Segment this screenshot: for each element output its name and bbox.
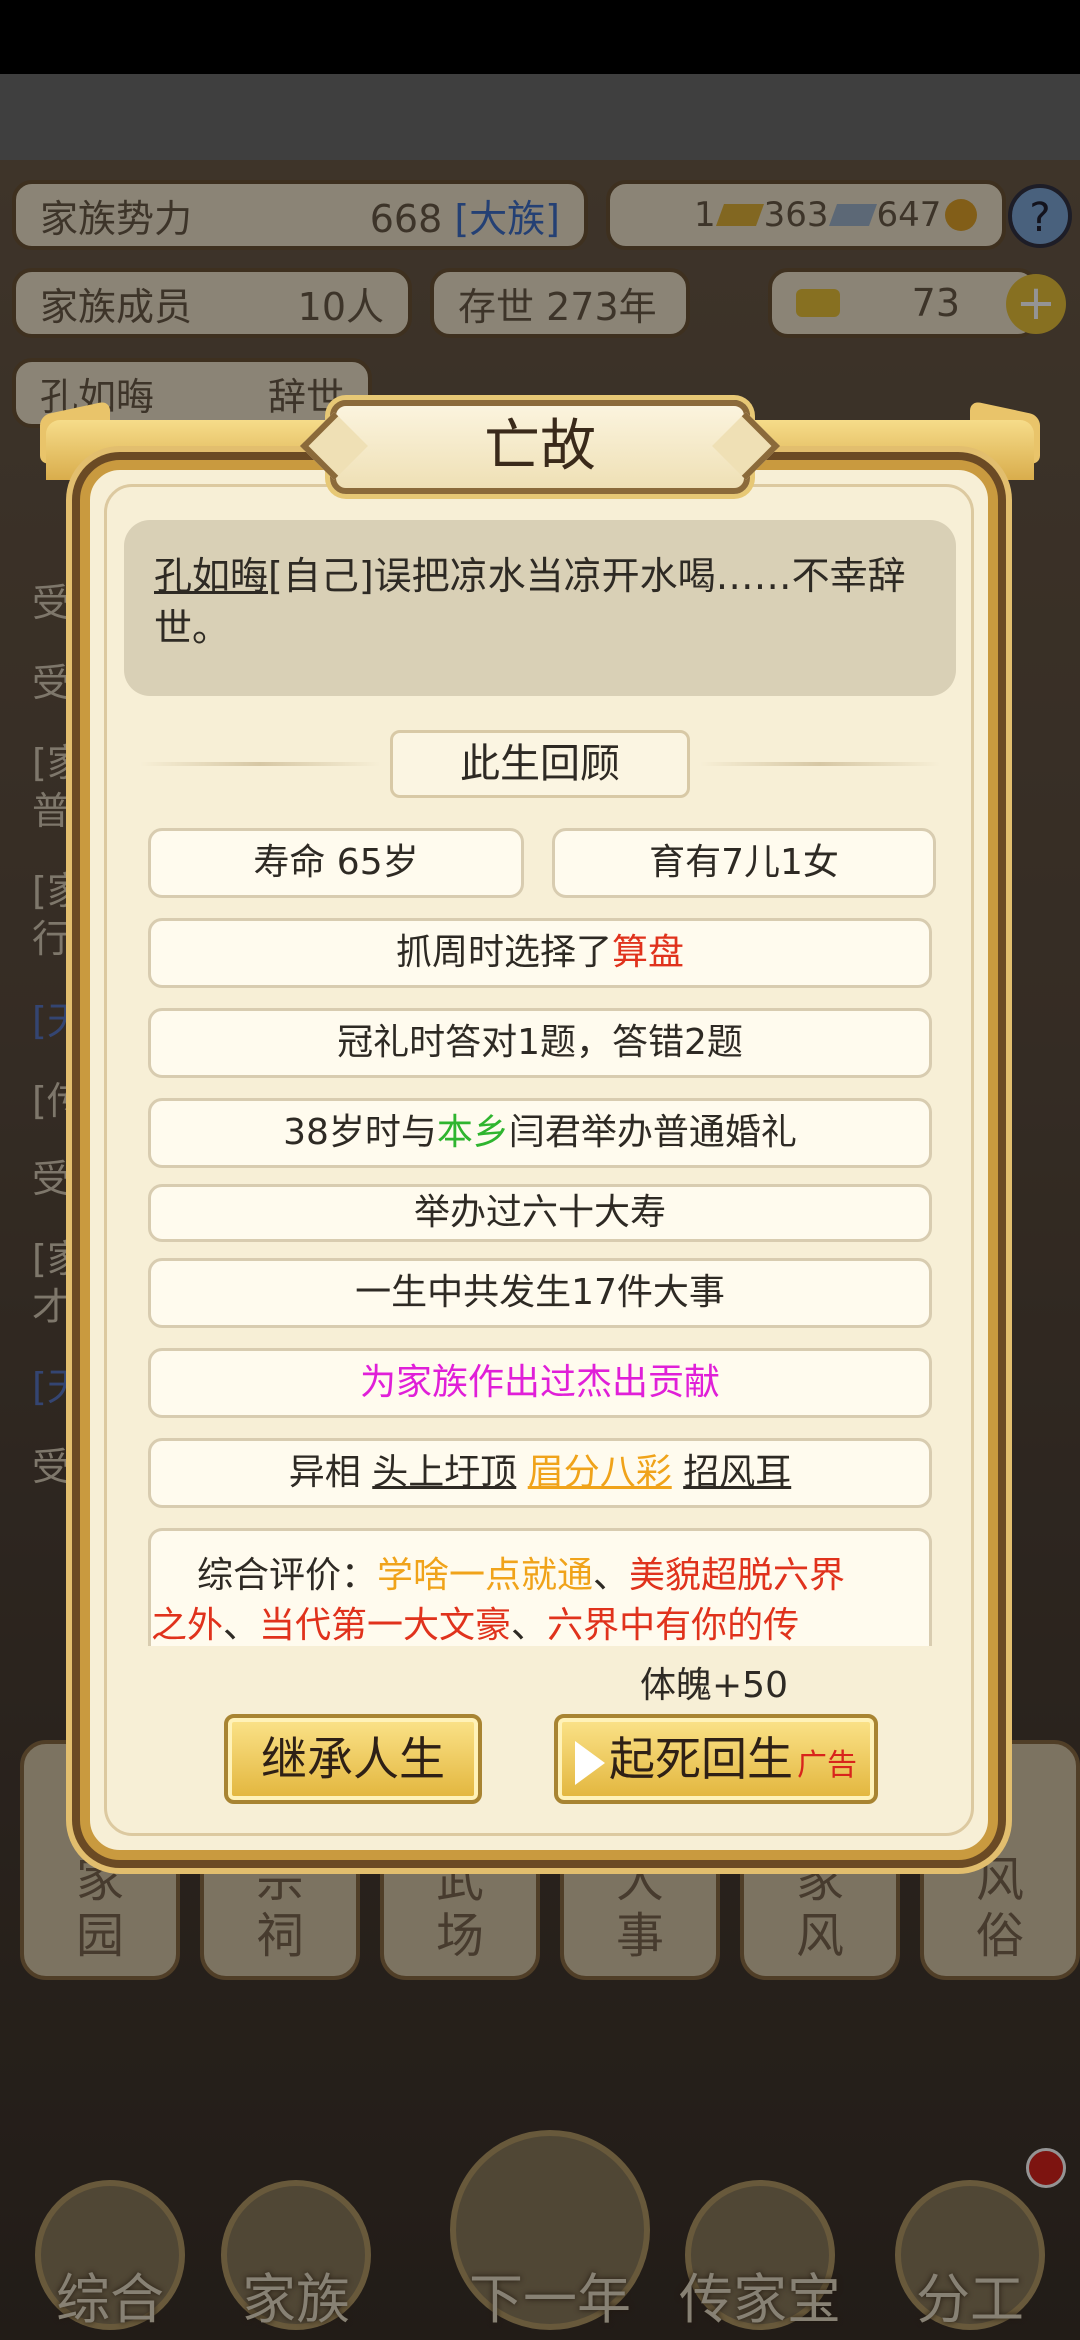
inherit-life-button[interactable]: 继承人生: [224, 1714, 482, 1804]
ad-badge: 广告: [797, 1748, 857, 1783]
play-icon: [575, 1740, 605, 1785]
trait-link[interactable]: 招风耳: [683, 1452, 791, 1493]
wedding-prefix: 38岁时与: [283, 1112, 437, 1153]
review-title: 此生回顾: [390, 730, 690, 798]
trait-link[interactable]: 眉分八彩: [528, 1452, 672, 1493]
evaluation-box[interactable]: 综合评价：学啥一点就通、美貌超脱六界 之外、当代第一大文豪、六界中有你的传: [148, 1528, 932, 1646]
traits-label: 异相: [288, 1452, 361, 1493]
eval-tag: 六界中有你的传: [547, 1605, 800, 1646]
divider-left: [140, 762, 380, 766]
wedding-suffix: 闫君举办普通婚礼: [508, 1112, 797, 1153]
zhuazhou-prefix: 抓周时选择了: [395, 932, 612, 973]
status-bar: [0, 0, 1080, 74]
lifespan-row: 寿命 65岁: [148, 828, 524, 898]
eval-sep: 、: [593, 1555, 630, 1596]
eval-label: 综合评价：: [197, 1555, 378, 1596]
top-band: [0, 74, 1080, 160]
zhuazhou-item: 算盘: [612, 932, 685, 973]
wedding-place: 本乡: [436, 1112, 509, 1153]
review-header: 此生回顾: [140, 730, 940, 798]
eval-tag: 之外: [151, 1605, 224, 1646]
divider-right: [700, 762, 940, 766]
eval-tag: 当代第一大文豪: [259, 1605, 512, 1646]
traits-row: 异相 头上圩顶 眉分八彩 招风耳: [148, 1438, 932, 1508]
dialog-title: 亡故: [330, 400, 750, 494]
inherit-label: 继承人生: [261, 1732, 445, 1786]
eval-sep: 、: [511, 1605, 548, 1646]
revive-button[interactable]: 起死回生 广告: [554, 1714, 878, 1804]
children-row: 育有7儿1女: [552, 828, 936, 898]
birthday-row: 举办过六十大寿: [148, 1184, 932, 1242]
eval-tag: 学啥一点就通: [377, 1555, 594, 1596]
events-row: 一生中共发生17件大事: [148, 1258, 932, 1328]
wedding-row: 38岁时与本乡闫君举办普通婚礼: [148, 1098, 932, 1168]
zhuazhou-row: 抓周时选择了算盘: [148, 918, 932, 988]
eval-tag: 美貌超脱六界: [629, 1555, 846, 1596]
deceased-name-link[interactable]: 孔如晦: [154, 554, 268, 598]
eval-sep: 、: [223, 1605, 260, 1646]
contribution-row: 为家族作出过杰出贡献: [148, 1348, 932, 1418]
trait-link[interactable]: 头上圩顶: [372, 1452, 516, 1493]
revive-label: 起死回生: [609, 1732, 793, 1786]
capping-row: 冠礼时答对1题，答错2题: [148, 1008, 932, 1078]
death-cause-box: 孔如晦[自己]误把凉水当凉开水喝……不幸辞世。: [124, 520, 956, 696]
reward-text: 体魄+50: [640, 1665, 788, 1706]
